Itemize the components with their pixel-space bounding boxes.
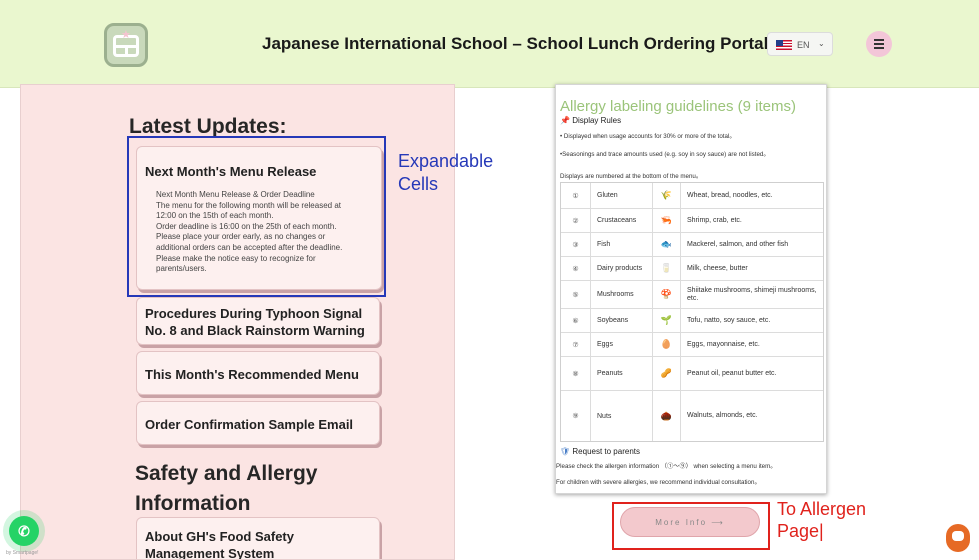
top-bar: ★ Japanese International School – School… bbox=[0, 0, 979, 88]
sprout-icon: 🌱 bbox=[653, 309, 681, 332]
allergen-row: ⑦ Eggs 🥚 Eggs, mayonnaise, etc. bbox=[561, 333, 823, 357]
numbering-note: Displays are numbered at the bottom of t… bbox=[560, 173, 703, 180]
allergen-row: ⑧ Peanuts 🥜 Peanut oil, peanut butter et… bbox=[561, 357, 823, 391]
allergen-row: ⑤ Mushrooms 🍄 Shiitake mushrooms, shimej… bbox=[561, 281, 823, 309]
allergy-doc-title: Allergy labeling guidelines (9 items) bbox=[560, 98, 796, 115]
display-rules-heading: 📌 Display Rules bbox=[560, 116, 622, 125]
display-rule: • Displayed when usage accounts for 30% … bbox=[560, 133, 736, 140]
egg-icon: 🥚 bbox=[653, 333, 681, 356]
powered-by-label: by Smartpage! bbox=[6, 550, 39, 556]
milk-icon: 🥛 bbox=[653, 257, 681, 280]
safety-card-title: About GH's Food Safety Management System bbox=[145, 529, 294, 560]
allergen-table: ① Gluten 🌾 Wheat, bread, noodles, etc. ②… bbox=[560, 182, 824, 442]
update-card-title: This Month's Recommended Menu bbox=[145, 367, 359, 382]
language-selector[interactable]: EN ⌄ bbox=[767, 32, 833, 56]
language-code: EN bbox=[797, 40, 810, 50]
allergen-row: ⑥ Soybeans 🌱 Tofu, natto, soy sauce, etc… bbox=[561, 309, 823, 333]
allergen-row: ④ Dairy products 🥛 Milk, cheese, butter bbox=[561, 257, 823, 281]
shield-icon: 🛡 bbox=[560, 447, 571, 456]
expandable-cells-annotation: Expandable Cells bbox=[398, 151, 494, 194]
site-title: Japanese International School – School L… bbox=[262, 34, 769, 53]
allergy-guidelines-document: Allergy labeling guidelines (9 items) 📌 … bbox=[555, 84, 827, 494]
update-card-typhoon[interactable]: Procedures During Typhoon Signal No. 8 a… bbox=[136, 297, 380, 345]
safety-card-food-safety[interactable]: About GH's Food Safety Management System bbox=[136, 517, 380, 560]
nut-icon: 🌰 bbox=[653, 391, 681, 441]
update-card-sample-email[interactable]: Order Confirmation Sample Email bbox=[136, 401, 380, 445]
update-card-recommended-menu[interactable]: This Month's Recommended Menu bbox=[136, 351, 380, 395]
expandable-cells-highlight bbox=[127, 136, 386, 297]
mushroom-icon: 🍄 bbox=[653, 281, 681, 308]
request-heading: 🛡 Request to parents bbox=[560, 447, 640, 456]
allergen-row: ③ Fish 🐟 Mackerel, salmon, and other fis… bbox=[561, 233, 823, 257]
us-flag-icon bbox=[776, 40, 792, 50]
peanut-icon: 🥜 bbox=[653, 357, 681, 390]
pin-icon: 📌 bbox=[560, 116, 570, 125]
allergen-row: ⑨ Nuts 🌰 Walnuts, almonds, etc. bbox=[561, 391, 823, 441]
shrimp-icon: 🦐 bbox=[653, 209, 681, 232]
safety-allergy-heading: Safety and Allergy Information bbox=[135, 462, 318, 515]
request-line: Please check the allergen information （①… bbox=[556, 463, 777, 470]
allergen-page-annotation: To Allergen Page| bbox=[777, 499, 867, 541]
request-line: For children with severe allergies, we r… bbox=[556, 479, 761, 486]
hamburger-menu-button[interactable] bbox=[866, 31, 892, 57]
display-rule: •Seasonings and trace amounts used (e.g.… bbox=[560, 151, 770, 158]
fish-icon: 🐟 bbox=[653, 233, 681, 256]
allergen-row: ① Gluten 🌾 Wheat, bread, noodles, etc. bbox=[561, 183, 823, 209]
update-card-title: Procedures During Typhoon Signal No. 8 a… bbox=[145, 306, 365, 338]
update-card-title: Order Confirmation Sample Email bbox=[145, 417, 354, 432]
school-logo-icon[interactable]: ★ bbox=[104, 23, 148, 67]
allergen-row: ② Crustaceans 🦐 Shrimp, crab, etc. bbox=[561, 209, 823, 233]
more-info-button[interactable]: More Info ⟶ bbox=[620, 507, 760, 537]
whatsapp-icon[interactable]: ✆ bbox=[9, 516, 39, 546]
wheat-icon: 🌾 bbox=[653, 183, 681, 208]
chevron-down-icon: ⌄ bbox=[818, 39, 825, 48]
chat-bubble-icon[interactable] bbox=[946, 524, 970, 552]
